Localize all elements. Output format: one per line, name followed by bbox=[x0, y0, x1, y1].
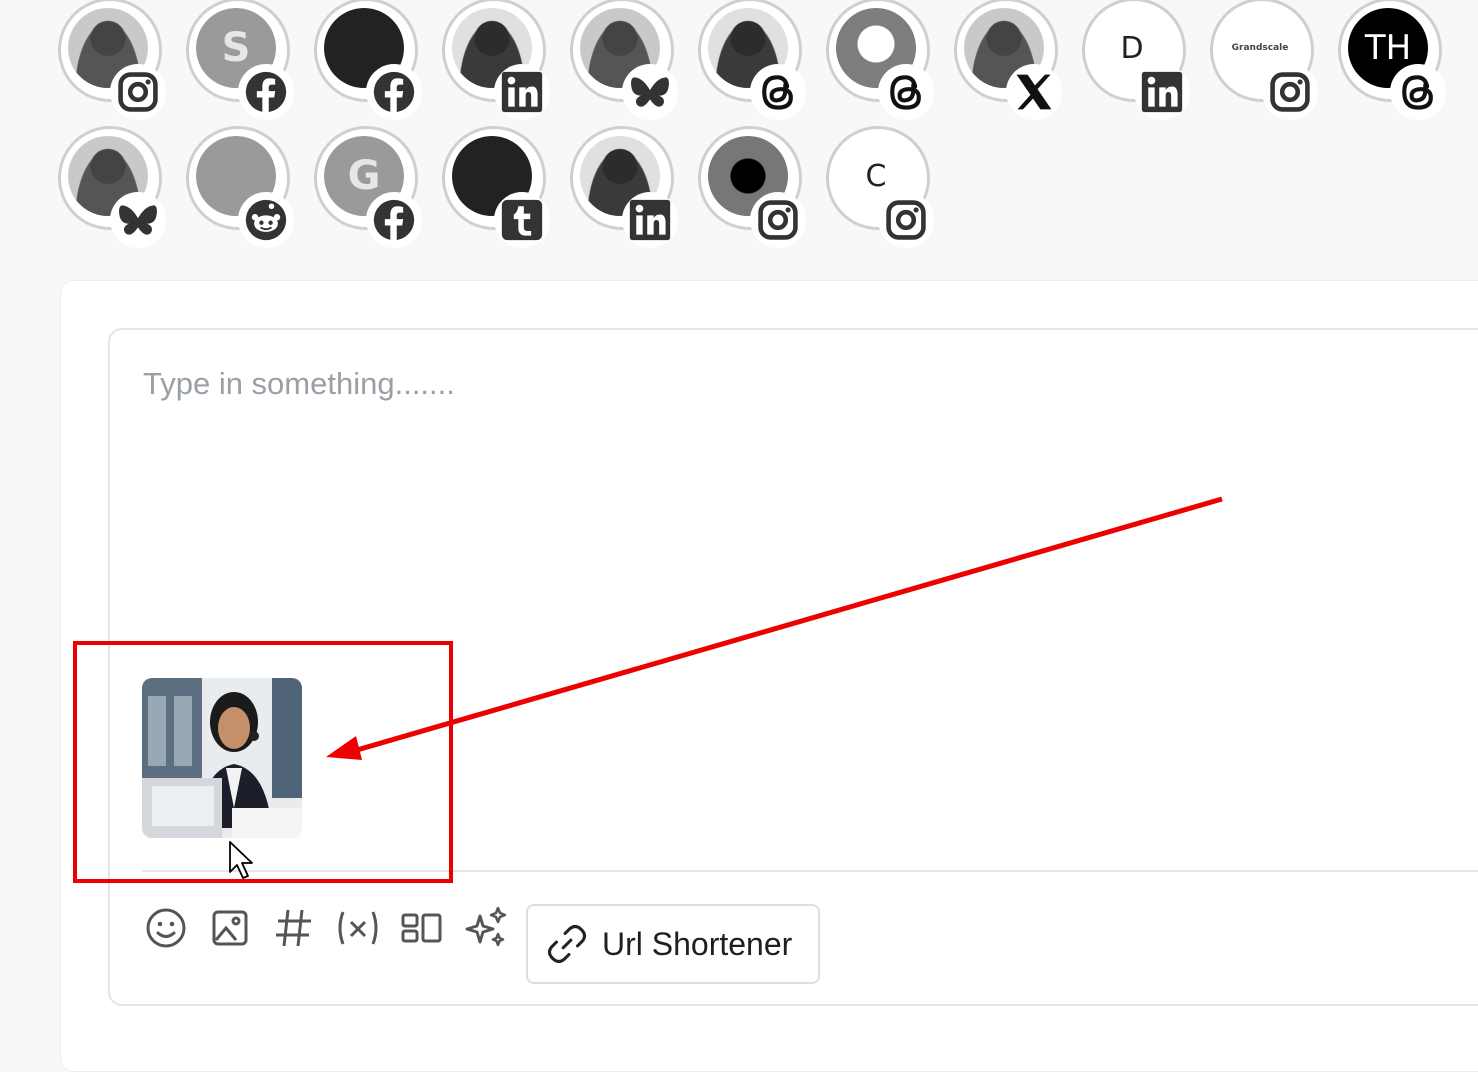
avatar-initial: TH bbox=[1364, 28, 1412, 68]
instagram-icon bbox=[110, 64, 166, 120]
account-avatar-facebook[interactable] bbox=[314, 0, 422, 120]
image-icon[interactable] bbox=[206, 904, 254, 952]
bluesky-icon bbox=[110, 192, 166, 248]
account-avatar-instagram[interactable]: C bbox=[826, 126, 934, 248]
account-avatar-threads[interactable]: TH bbox=[1338, 0, 1446, 120]
account-avatar-linkedin[interactable] bbox=[442, 0, 550, 120]
account-avatar-facebook[interactable]: S bbox=[186, 0, 294, 120]
variable-icon[interactable] bbox=[334, 904, 382, 952]
tumblr-icon bbox=[494, 192, 550, 248]
threads-icon bbox=[1390, 64, 1446, 120]
annotation-highlight-box bbox=[73, 641, 453, 883]
hashtag-icon[interactable] bbox=[270, 904, 318, 952]
instagram-icon bbox=[878, 192, 934, 248]
account-avatar-reddit[interactable] bbox=[186, 126, 294, 248]
account-avatar-linkedin[interactable]: D bbox=[1082, 0, 1190, 120]
layout-icon[interactable] bbox=[398, 904, 446, 952]
account-avatar-tumblr[interactable] bbox=[442, 126, 550, 248]
instagram-icon bbox=[750, 192, 806, 248]
linkedin-icon bbox=[494, 64, 550, 120]
sparkle-icon[interactable] bbox=[462, 904, 510, 952]
editor-placeholder[interactable]: Type in something....... bbox=[143, 366, 1343, 402]
url-shortener-button[interactable]: Url Shortener bbox=[526, 904, 820, 984]
account-avatar-x[interactable] bbox=[954, 0, 1062, 120]
facebook-icon bbox=[366, 192, 422, 248]
url-shortener-label: Url Shortener bbox=[602, 925, 793, 962]
emoji-icon[interactable] bbox=[142, 904, 190, 952]
account-avatar-instagram[interactable]: Grandscale bbox=[1210, 0, 1318, 120]
reddit-icon bbox=[238, 192, 294, 248]
bluesky-icon bbox=[622, 64, 678, 120]
threads-icon bbox=[878, 64, 934, 120]
x-icon bbox=[1006, 64, 1062, 120]
account-avatar-bluesky[interactable] bbox=[58, 126, 166, 248]
grandscale-logo-text: Grandscale bbox=[1231, 43, 1289, 53]
avatar-initial: S bbox=[221, 25, 251, 71]
account-avatar-threads[interactable] bbox=[826, 0, 934, 120]
link-icon bbox=[547, 924, 587, 964]
linkedin-icon bbox=[1134, 64, 1190, 120]
instagram-icon bbox=[1262, 64, 1318, 120]
account-avatar-instagram[interactable] bbox=[58, 0, 166, 120]
account-avatar-facebook[interactable]: G bbox=[314, 126, 422, 248]
avatar-initial: D bbox=[1120, 30, 1144, 66]
linkedin-icon bbox=[622, 192, 678, 248]
account-avatar-bluesky[interactable] bbox=[570, 0, 678, 120]
account-avatar-linkedin[interactable] bbox=[570, 126, 678, 248]
facebook-icon bbox=[366, 64, 422, 120]
facebook-icon bbox=[238, 64, 294, 120]
threads-icon bbox=[750, 64, 806, 120]
avatar-initial: G bbox=[347, 153, 381, 199]
account-avatar-instagram[interactable] bbox=[698, 126, 806, 248]
social-accounts-selector: S D Grandscale TH G C bbox=[0, 0, 1478, 260]
account-avatar-threads[interactable] bbox=[698, 0, 806, 120]
avatar-initial: C bbox=[865, 158, 887, 194]
